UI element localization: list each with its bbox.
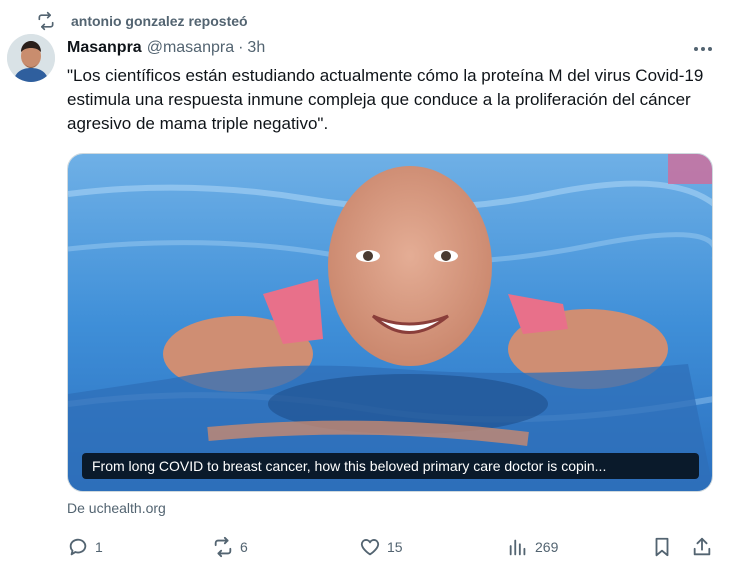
repost-icon (36, 11, 56, 31)
heart-icon (359, 536, 381, 558)
author-name[interactable]: Masanpra (67, 39, 142, 57)
tweet-timestamp[interactable]: 3h (247, 39, 265, 57)
share-icon (691, 536, 713, 558)
more-icon (693, 39, 713, 57)
repost-icon (212, 536, 234, 558)
bookmark-button[interactable] (651, 533, 673, 561)
like-button[interactable]: 15 (359, 533, 403, 561)
view-count: 269 (535, 539, 559, 555)
reply-icon (67, 536, 89, 558)
card-caption: From long COVID to breast cancer, how th… (82, 453, 699, 479)
card-image (68, 154, 712, 491)
action-bar: 1 6 15 269 (67, 533, 717, 561)
more-options-button[interactable] (690, 38, 716, 58)
header-separator: · (238, 39, 244, 56)
tweet-header: Masanpra @masanpra · 3h (67, 37, 265, 59)
bar-chart-icon (507, 536, 529, 558)
reply-count: 1 (95, 539, 103, 555)
reply-button[interactable]: 1 (67, 533, 103, 561)
bookmark-icon (651, 536, 673, 558)
repost-indicator[interactable]: antonio gonzalez reposteó (36, 10, 248, 32)
author-handle[interactable]: @masanpra (147, 39, 234, 57)
repost-count: 6 (240, 539, 248, 555)
repost-button[interactable]: 6 (212, 533, 248, 561)
repost-label: antonio gonzalez reposteó (71, 13, 248, 29)
card-source[interactable]: De uchealth.org (67, 500, 166, 516)
link-card[interactable]: From long COVID to breast cancer, how th… (67, 153, 713, 492)
tweet-text: "Los científicos están estudiando actual… (67, 66, 704, 133)
share-button[interactable] (691, 533, 713, 561)
like-count: 15 (387, 539, 403, 555)
views-button[interactable]: 269 (507, 533, 558, 561)
avatar[interactable] (7, 34, 55, 82)
